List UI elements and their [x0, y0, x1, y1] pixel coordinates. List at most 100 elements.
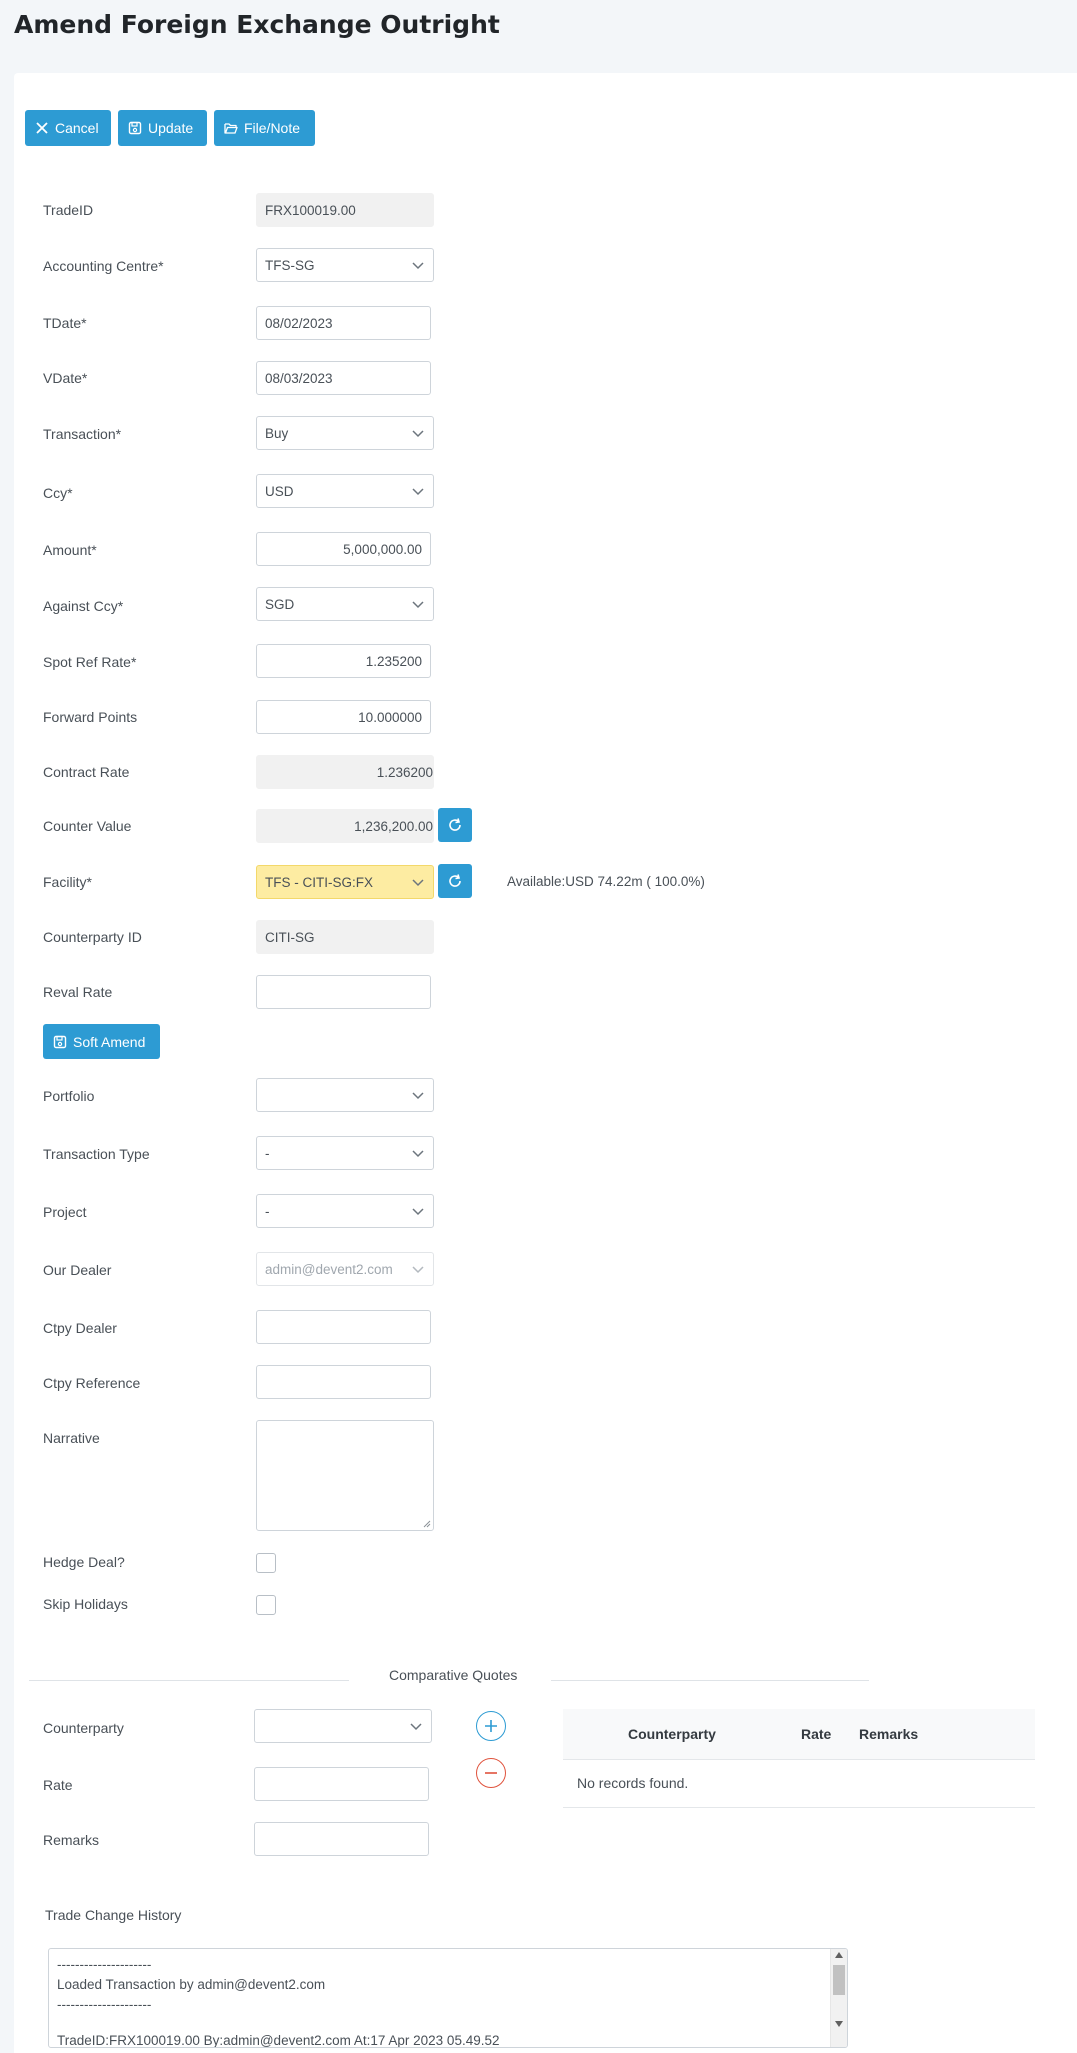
- skip-holidays-checkbox[interactable]: [256, 1595, 276, 1615]
- against-ccy-value: SGD: [265, 596, 295, 612]
- chevron-down-icon: [412, 1208, 424, 1216]
- quotes-table-empty-row: No records found.: [563, 1760, 1035, 1808]
- our-dealer-value: admin@devent2.com: [265, 1261, 393, 1277]
- file-note-button[interactable]: File/Note: [214, 110, 315, 146]
- ctpy-reference-label: Ctpy Reference: [43, 1375, 141, 1391]
- forward-points-input[interactable]: 10.000000: [256, 700, 431, 734]
- trade-id-value: FRX100019.00: [265, 202, 356, 218]
- scroll-down-icon[interactable]: [835, 2021, 843, 2027]
- ctpy-reference-input[interactable]: [256, 1365, 431, 1399]
- transaction-type-select[interactable]: -: [256, 1136, 434, 1170]
- transaction-select[interactable]: Buy: [256, 416, 434, 450]
- facility-available-text: Available:USD 74.22m ( 100.0%): [507, 874, 705, 889]
- hedge-deal-label: Hedge Deal?: [43, 1554, 125, 1570]
- ccy-select[interactable]: USD: [256, 474, 434, 508]
- update-label: Update: [148, 120, 194, 136]
- quote-rate-input[interactable]: [254, 1767, 429, 1801]
- accounting-centre-value: TFS-SG: [265, 257, 315, 273]
- against-ccy-select[interactable]: SGD: [256, 587, 434, 621]
- hedge-deal-checkbox[interactable]: [256, 1553, 276, 1573]
- transaction-label: Transaction*: [43, 426, 122, 442]
- empty-message: No records found.: [577, 1775, 689, 1791]
- refresh-icon: [449, 874, 461, 887]
- minus-icon: [485, 1772, 497, 1774]
- column-header-remarks[interactable]: Remarks: [859, 1726, 918, 1742]
- project-value: -: [265, 1203, 270, 1219]
- spot-ref-rate-label: Spot Ref Rate*: [43, 654, 137, 670]
- folder-open-icon: [224, 123, 238, 134]
- history-line: TradeID:FRX100019.00 By:admin@devent2.co…: [57, 2033, 500, 2048]
- resize-handle-icon[interactable]: [423, 1520, 431, 1528]
- remove-quote-button[interactable]: [476, 1758, 506, 1788]
- cancel-button[interactable]: Cancel: [25, 110, 111, 146]
- amount-input[interactable]: 5,000,000.00: [256, 532, 431, 566]
- quote-counterparty-select[interactable]: [254, 1709, 432, 1743]
- vdate-input[interactable]: 08/03/2023: [256, 361, 431, 395]
- ctpy-dealer-input[interactable]: [256, 1310, 431, 1344]
- transaction-type-label: Transaction Type: [43, 1146, 150, 1162]
- add-quote-button[interactable]: [476, 1711, 506, 1741]
- counter-value-label: Counter Value: [43, 818, 132, 834]
- contract-rate-value: 1.236200: [376, 764, 433, 780]
- divider: [29, 1680, 349, 1681]
- chevron-down-icon: [412, 488, 424, 496]
- narrative-textarea[interactable]: [256, 1420, 434, 1531]
- project-select[interactable]: -: [256, 1194, 434, 1228]
- page-title: Amend Foreign Exchange Outright: [14, 10, 500, 39]
- column-header-counterparty[interactable]: Counterparty: [628, 1726, 716, 1742]
- reval-rate-input[interactable]: [256, 975, 431, 1009]
- history-line: ---------------------: [57, 1957, 152, 1972]
- portfolio-select[interactable]: [256, 1078, 434, 1112]
- project-label: Project: [43, 1204, 87, 1220]
- counterparty-id-value: CITI-SG: [265, 929, 315, 945]
- soft-amend-button[interactable]: Soft Amend: [43, 1024, 160, 1059]
- counter-value-field: 1,236,200.00: [256, 809, 434, 843]
- narrative-label: Narrative: [43, 1430, 100, 1446]
- ctpy-dealer-label: Ctpy Dealer: [43, 1320, 117, 1336]
- update-button[interactable]: Update: [118, 110, 207, 146]
- chevron-down-icon: [412, 1266, 424, 1274]
- counterparty-id-field: CITI-SG: [256, 920, 434, 954]
- ccy-value: USD: [265, 483, 294, 499]
- against-ccy-label: Against Ccy*: [43, 598, 124, 614]
- counter-value-value: 1,236,200.00: [354, 818, 433, 834]
- history-scrollbar[interactable]: [830, 1949, 847, 2047]
- quote-counterparty-label: Counterparty: [43, 1720, 124, 1736]
- history-line: Loaded Transaction by admin@devent2.com: [57, 1977, 326, 1992]
- chevron-down-icon: [412, 601, 424, 609]
- contract-rate-label: Contract Rate: [43, 764, 130, 780]
- portfolio-label: Portfolio: [43, 1088, 95, 1104]
- chevron-down-icon: [412, 1150, 424, 1158]
- accounting-centre-select[interactable]: TFS-SG: [256, 248, 434, 282]
- divider: [551, 1680, 869, 1681]
- scroll-thumb[interactable]: [833, 1965, 845, 1995]
- accounting-centre-label: Accounting Centre*: [43, 258, 164, 274]
- our-dealer-label: Our Dealer: [43, 1262, 112, 1278]
- cancel-label: Cancel: [55, 120, 99, 136]
- facility-select[interactable]: TFS - CITI-SG:FX: [256, 865, 434, 899]
- transaction-type-value: -: [265, 1145, 270, 1161]
- quotes-table-header: Counterparty Rate Remarks: [563, 1709, 1035, 1760]
- forward-points-label: Forward Points: [43, 709, 138, 725]
- history-line: ---------------------: [57, 1997, 152, 2012]
- trade-id-label: TradeID: [43, 202, 94, 218]
- forward-points-value: 10.000000: [358, 709, 422, 725]
- facility-value: TFS - CITI-SG:FX: [265, 874, 373, 890]
- spot-ref-rate-input[interactable]: 1.235200: [256, 644, 431, 678]
- reval-rate-label: Reval Rate: [43, 984, 113, 1000]
- vdate-label: VDate*: [43, 370, 88, 386]
- spot-ref-rate-value: 1.235200: [365, 653, 422, 669]
- close-icon: [36, 122, 48, 134]
- our-dealer-select: admin@devent2.com: [256, 1252, 434, 1286]
- counterparty-id-label: Counterparty ID: [43, 929, 142, 945]
- column-header-rate[interactable]: Rate: [801, 1726, 831, 1742]
- refresh-icon: [449, 818, 461, 831]
- soft-amend-label: Soft Amend: [73, 1033, 146, 1050]
- tdate-input[interactable]: 08/02/2023: [256, 306, 431, 340]
- refresh-counter-value-button[interactable]: [438, 808, 472, 842]
- scroll-up-icon[interactable]: [835, 1952, 843, 1958]
- quote-remarks-input[interactable]: [254, 1822, 429, 1856]
- trade-change-history-textarea[interactable]: --------------------- Loaded Transaction…: [48, 1948, 848, 2048]
- refresh-facility-button[interactable]: [438, 864, 472, 898]
- chevron-down-icon: [412, 1092, 424, 1100]
